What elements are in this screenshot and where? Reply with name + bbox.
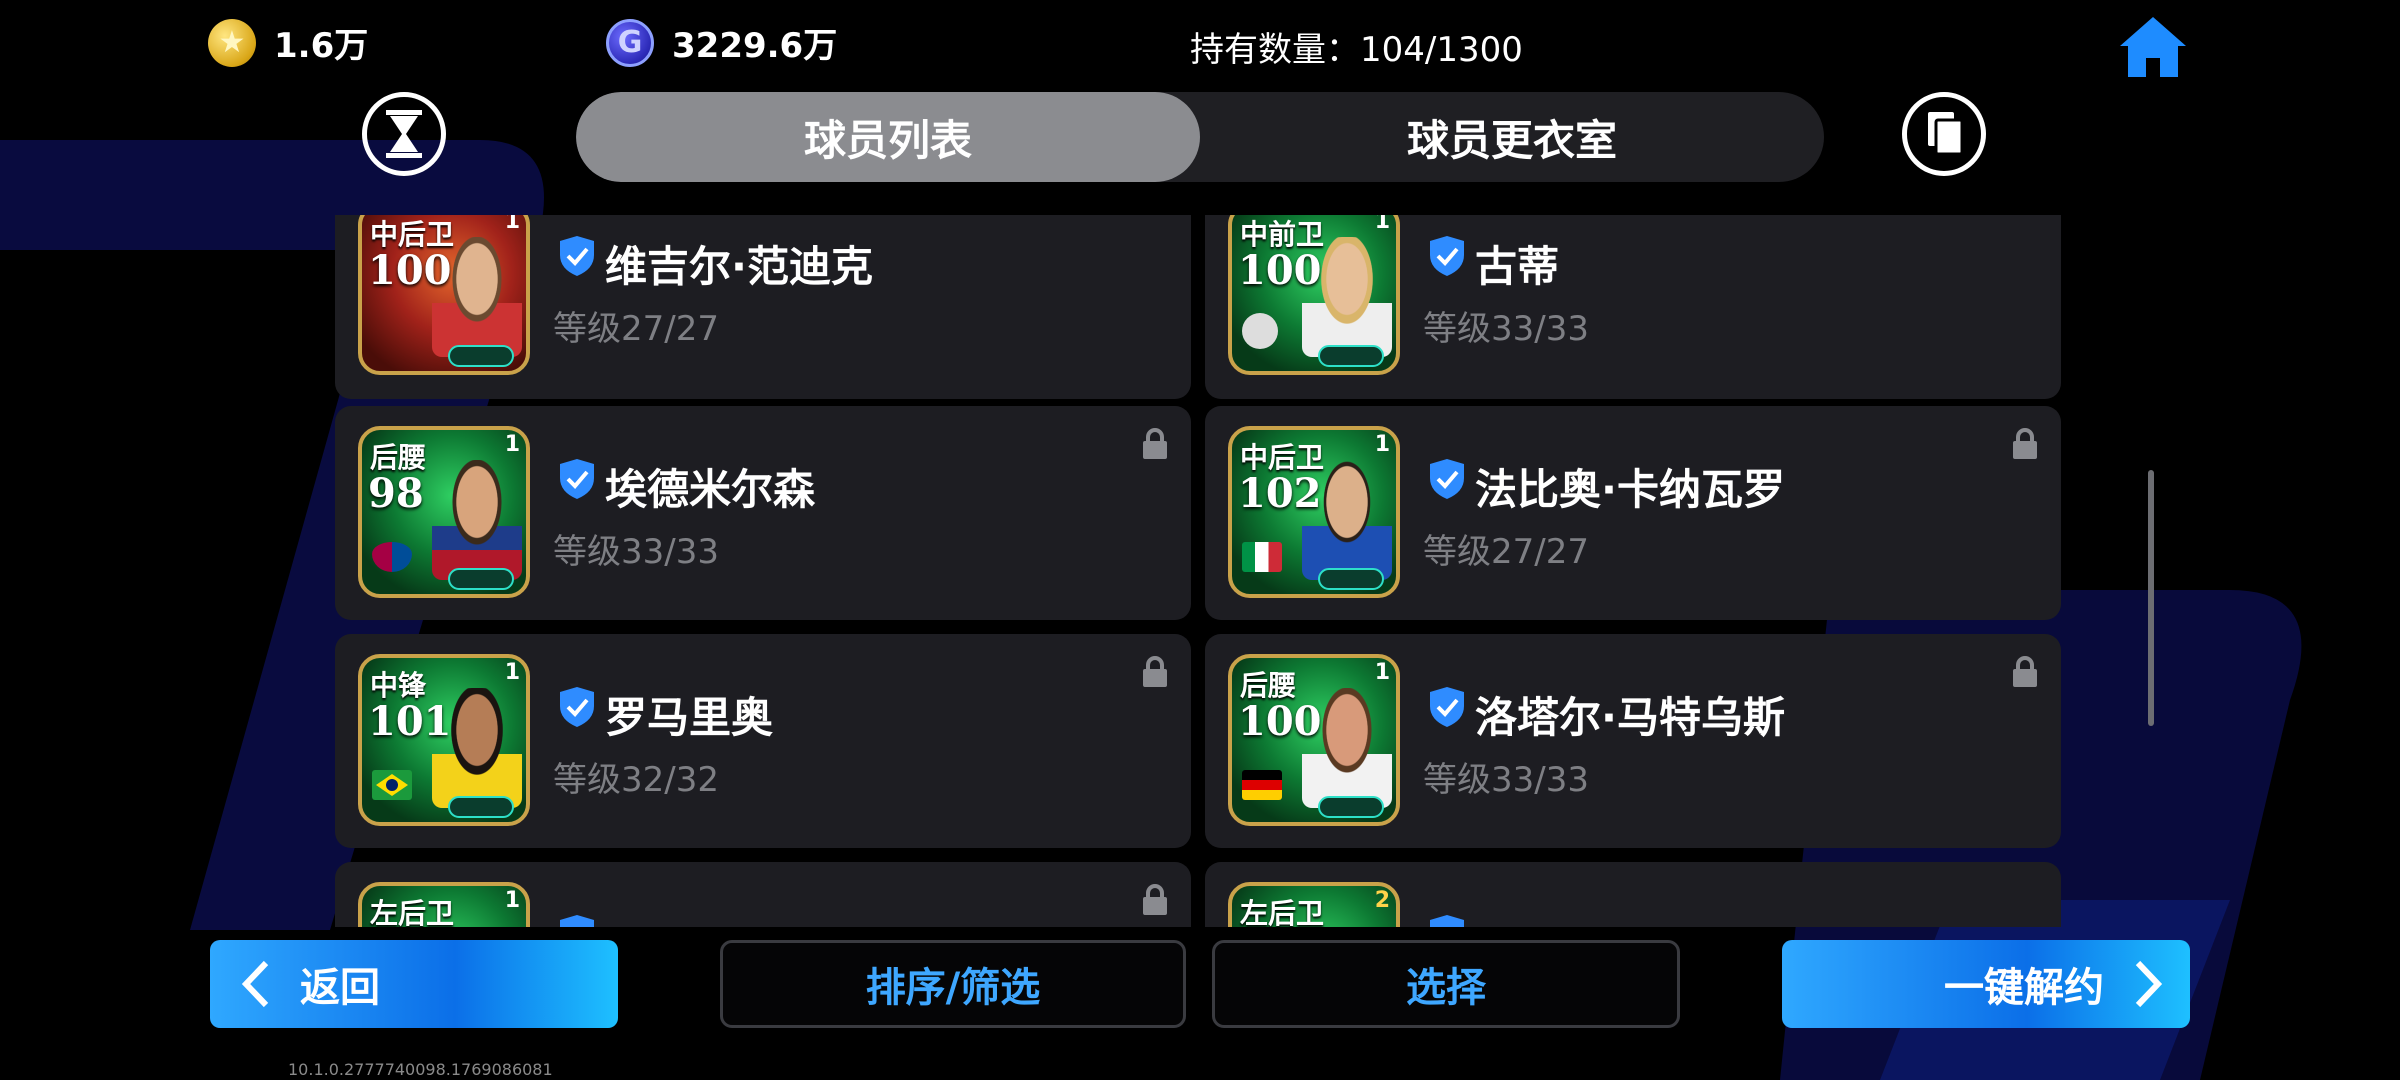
player-portrait: 后腰 98 1 xyxy=(358,426,530,598)
club-crest-icon xyxy=(1242,313,1278,349)
verified-icon xyxy=(1430,459,1464,499)
player-level: 等级33/33 xyxy=(1423,309,1589,349)
coin-value: 1.6万 xyxy=(274,26,369,66)
tab-player-list[interactable]: 球员列表 xyxy=(576,92,1200,182)
player-face xyxy=(1302,460,1392,580)
player-portrait: 左后卫 2 xyxy=(1228,882,1400,927)
player-face xyxy=(1302,688,1392,808)
verified-icon xyxy=(560,459,594,499)
holding-count: 持有数量：104/1300 xyxy=(1190,30,1523,70)
skill-badge xyxy=(1318,796,1384,818)
player-name: 古蒂 xyxy=(1475,242,1560,291)
italy-flag-icon xyxy=(1242,542,1282,572)
barcelona-crest-icon xyxy=(372,542,412,572)
lock-icon[interactable] xyxy=(2011,428,2039,460)
tab-locker-room[interactable]: 球员更衣室 xyxy=(1200,92,1824,182)
verified-icon xyxy=(1430,236,1464,276)
player-level: 等级32/32 xyxy=(553,760,719,800)
lock-icon[interactable] xyxy=(2011,656,2039,688)
version-text: 10.1.0.2777740098.1769086081 xyxy=(288,1060,553,1079)
history-button[interactable] xyxy=(362,92,446,176)
player-card[interactable]: 中锋 101 1 罗马里奥 等级32/32 xyxy=(335,634,1191,848)
card-level: 1 xyxy=(1374,432,1390,457)
hourglass-icon xyxy=(386,110,422,158)
player-face xyxy=(432,237,522,357)
player-portrait: 中后卫 102 1 xyxy=(1228,426,1400,598)
verified-icon xyxy=(1430,687,1464,727)
verified-icon xyxy=(560,236,594,276)
skill-badge xyxy=(1318,568,1384,590)
player-portrait: 左后卫 1 xyxy=(358,882,530,927)
player-face xyxy=(432,460,522,580)
lock-icon[interactable] xyxy=(1141,656,1169,688)
gold-coin-icon: ★ xyxy=(208,18,256,67)
player-card[interactable]: 中前卫 100 1 古蒂 等级33/33 xyxy=(1205,215,2061,399)
select-button[interactable]: 选择 xyxy=(1212,940,1680,1028)
player-position: 左后卫 xyxy=(370,897,455,927)
skill-badge xyxy=(448,568,514,590)
card-level: 1 xyxy=(1374,215,1390,234)
lock-icon[interactable] xyxy=(1141,428,1169,460)
gp-balance: G 3229.6万 xyxy=(606,18,837,67)
germany-flag-icon xyxy=(1242,770,1282,800)
skill-badge xyxy=(448,796,514,818)
player-level: 等级27/27 xyxy=(1423,532,1589,572)
gp-value: 3229.6万 xyxy=(672,26,838,66)
home-icon xyxy=(2120,17,2186,77)
player-rating: 98 xyxy=(368,470,424,517)
player-position: 左后卫 xyxy=(1240,897,1325,927)
verified-icon xyxy=(560,915,594,927)
player-card[interactable]: 左后卫 1 xyxy=(335,862,1191,927)
card-level: 1 xyxy=(504,432,520,457)
chevron-left-icon xyxy=(241,960,269,1008)
brazil-flag-icon xyxy=(372,770,412,800)
player-card[interactable]: 中后卫 102 1 法比奥·卡纳瓦罗 等级27/27 xyxy=(1205,406,2061,620)
player-portrait: 中锋 101 1 xyxy=(358,654,530,826)
home-button[interactable] xyxy=(2118,14,2188,80)
back-label: 返回 xyxy=(300,965,380,1011)
player-card[interactable]: 后腰 98 1 埃德米尔森 等级33/33 xyxy=(335,406,1191,620)
card-level: 2 xyxy=(1374,888,1390,913)
skill-badge xyxy=(1318,345,1384,367)
player-card[interactable]: 中后卫 100 1 维吉尔·范迪克 等级27/27 xyxy=(335,215,1191,399)
scrollbar[interactable] xyxy=(2148,470,2154,726)
player-portrait: 中前卫 100 1 xyxy=(1228,215,1400,375)
player-portrait: 后腰 100 1 xyxy=(1228,654,1400,826)
verified-icon xyxy=(1430,915,1464,927)
one-click-release-button[interactable]: 一键解约 xyxy=(1782,940,2190,1028)
player-name: 埃德米尔森 xyxy=(605,465,816,514)
player-name: 法比奥·卡纳瓦罗 xyxy=(1475,465,1785,514)
copy-cards-button[interactable] xyxy=(1902,92,1986,176)
player-name: 维吉尔·范迪克 xyxy=(605,242,873,291)
card-level: 1 xyxy=(504,660,520,685)
player-name: 罗马里奥 xyxy=(605,693,774,742)
verified-icon xyxy=(560,687,594,727)
player-name: 洛塔尔·马特乌斯 xyxy=(1475,693,1785,742)
release-label: 一键解约 xyxy=(1944,965,2104,1011)
coin-balance: ★ 1.6万 xyxy=(208,18,368,67)
skill-badge xyxy=(448,345,514,367)
player-list[interactable]: 中后卫 100 1 维吉尔·范迪克 等级27/27 中前卫 100 1 古蒂 等… xyxy=(335,215,2065,927)
player-card[interactable]: 左后卫 2 xyxy=(1205,862,2061,927)
card-level: 1 xyxy=(504,888,520,913)
player-level: 等级33/33 xyxy=(1423,760,1589,800)
tab-bar: 球员列表 球员更衣室 xyxy=(576,92,1824,182)
player-level: 等级33/33 xyxy=(553,532,719,572)
player-face xyxy=(432,688,522,808)
player-card[interactable]: 后腰 100 1 洛塔尔·马特乌斯 等级33/33 xyxy=(1205,634,2061,848)
player-portrait: 中后卫 100 1 xyxy=(358,215,530,375)
copy-icon xyxy=(1928,112,1964,156)
card-level: 1 xyxy=(1374,660,1390,685)
card-level: 1 xyxy=(504,215,520,234)
lock-icon[interactable] xyxy=(1141,884,1169,916)
player-level: 等级27/27 xyxy=(553,309,719,349)
gp-coin-icon: G xyxy=(606,18,654,67)
chevron-right-icon xyxy=(2135,960,2163,1008)
player-face xyxy=(1302,237,1392,357)
back-button[interactable]: 返回 xyxy=(210,940,618,1028)
sort-filter-button[interactable]: 排序/筛选 xyxy=(720,940,1186,1028)
